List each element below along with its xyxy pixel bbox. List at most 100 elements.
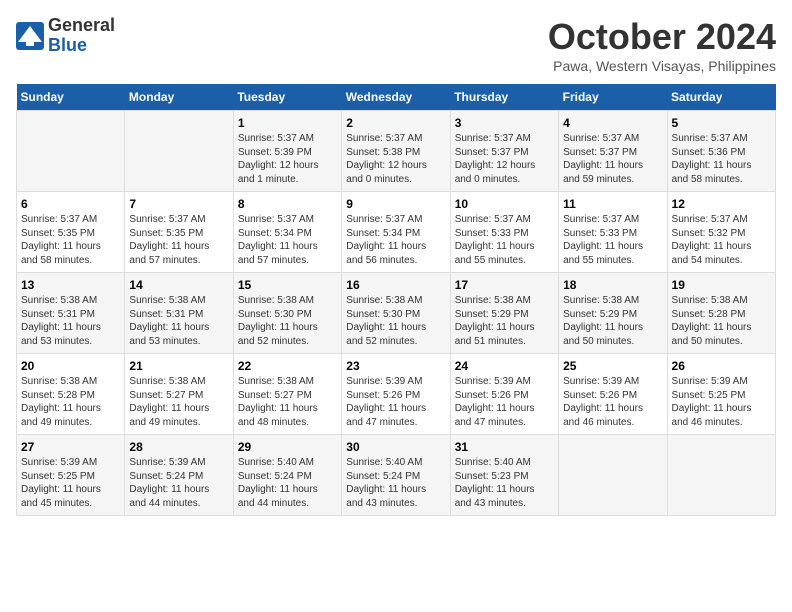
header-row: SundayMondayTuesdayWednesdayThursdayFrid… (17, 84, 776, 111)
day-info: Sunrise: 5:38 AMSunset: 5:27 PMDaylight:… (129, 375, 228, 429)
calendar-cell: 15 Sunrise: 5:38 AMSunset: 5:30 PMDayligh… (233, 273, 341, 354)
col-tuesday: Tuesday (233, 84, 341, 111)
calendar-cell (559, 435, 667, 516)
calendar-cell: 24Sunrise: 5:39 AMSunset: 5:26 PMDayligh… (450, 354, 558, 435)
day-number: 14 (129, 278, 228, 292)
day-info: Sunrise: 5:37 AMSunset: 5:33 PMDaylight:… (455, 213, 554, 267)
col-saturday: Saturday (667, 84, 775, 111)
day-info: Sunrise: 5:39 AMSunset: 5:24 PMDaylight:… (129, 456, 228, 510)
calendar-cell: 20Sunrise: 5:38 AMSunset: 5:28 PMDayligh… (17, 354, 125, 435)
calendar-cell: 9 Sunrise: 5:37 AMSunset: 5:34 PMDaylight… (342, 192, 450, 273)
day-number: 3 (455, 116, 554, 130)
calendar-cell: 18 Sunrise: 5:38 AMSunset: 5:29 PMDayligh… (559, 273, 667, 354)
page-header: General Blue October 2024 Pawa, Western … (16, 16, 776, 74)
day-info: Sunrise: 5:37 AMSunset: 5:37 PMDaylight:… (563, 132, 662, 186)
day-number: 7 (129, 197, 228, 211)
logo-blue: Blue (48, 35, 87, 55)
calendar-cell: 21 Sunrise: 5:38 AMSunset: 5:27 PMDayligh… (125, 354, 233, 435)
day-number: 4 (563, 116, 662, 130)
day-number: 20 (21, 359, 120, 373)
day-number: 17 (455, 278, 554, 292)
calendar-cell: 22 Sunrise: 5:38 AMSunset: 5:27 PMDayligh… (233, 354, 341, 435)
calendar-cell: 3Sunrise: 5:37 AMSunset: 5:37 PMDaylight… (450, 111, 558, 192)
calendar-cell: 17 Sunrise: 5:38 AMSunset: 5:29 PMDayligh… (450, 273, 558, 354)
day-number: 26 (672, 359, 771, 373)
month-title: October 2024 (548, 16, 776, 58)
calendar-cell: 4 Sunrise: 5:37 AMSunset: 5:37 PMDaylight… (559, 111, 667, 192)
day-number: 25 (563, 359, 662, 373)
calendar-cell (17, 111, 125, 192)
calendar-cell: 2 Sunrise: 5:37 AMSunset: 5:38 PMDaylight… (342, 111, 450, 192)
day-info: Sunrise: 5:37 AMSunset: 5:36 PMDaylight:… (672, 132, 771, 186)
day-number: 18 (563, 278, 662, 292)
col-thursday: Thursday (450, 84, 558, 111)
day-number: 2 (346, 116, 445, 130)
week-row-1: 1Sunrise: 5:37 AMSunset: 5:39 PMDaylight… (17, 111, 776, 192)
col-sunday: Sunday (17, 84, 125, 111)
week-row-2: 6Sunrise: 5:37 AMSunset: 5:35 PMDaylight… (17, 192, 776, 273)
day-info: Sunrise: 5:38 AMSunset: 5:29 PMDaylight:… (455, 294, 554, 348)
day-info: Sunrise: 5:39 AMSunset: 5:26 PMDaylight:… (455, 375, 554, 429)
col-friday: Friday (559, 84, 667, 111)
day-number: 1 (238, 116, 337, 130)
day-info: Sunrise: 5:40 AMSunset: 5:24 PMDaylight:… (238, 456, 337, 510)
day-info: Sunrise: 5:37 AMSunset: 5:34 PMDaylight:… (238, 213, 337, 267)
day-number: 29 (238, 440, 337, 454)
calendar-cell: 11 Sunrise: 5:37 AMSunset: 5:33 PMDayligh… (559, 192, 667, 273)
logo: General Blue (16, 16, 115, 56)
day-info: Sunrise: 5:39 AMSunset: 5:26 PMDaylight:… (346, 375, 445, 429)
day-number: 10 (455, 197, 554, 211)
day-number: 28 (129, 440, 228, 454)
calendar-cell: 26 Sunrise: 5:39 AMSunset: 5:25 PMDayligh… (667, 354, 775, 435)
calendar-cell: 5 Sunrise: 5:37 AMSunset: 5:36 PMDaylight… (667, 111, 775, 192)
day-info: Sunrise: 5:37 AMSunset: 5:32 PMDaylight:… (672, 213, 771, 267)
week-row-3: 13Sunrise: 5:38 AMSunset: 5:31 PMDayligh… (17, 273, 776, 354)
calendar-cell: 16Sunrise: 5:38 AMSunset: 5:30 PMDayligh… (342, 273, 450, 354)
day-info: Sunrise: 5:39 AMSunset: 5:25 PMDaylight:… (672, 375, 771, 429)
day-info: Sunrise: 5:37 AMSunset: 5:35 PMDaylight:… (21, 213, 120, 267)
week-row-4: 20Sunrise: 5:38 AMSunset: 5:28 PMDayligh… (17, 354, 776, 435)
day-info: Sunrise: 5:39 AMSunset: 5:25 PMDaylight:… (21, 456, 120, 510)
calendar-cell (125, 111, 233, 192)
col-wednesday: Wednesday (342, 84, 450, 111)
day-number: 21 (129, 359, 228, 373)
day-info: Sunrise: 5:37 AMSunset: 5:34 PMDaylight:… (346, 213, 445, 267)
calendar-cell: 12Sunrise: 5:37 AMSunset: 5:32 PMDayligh… (667, 192, 775, 273)
day-number: 22 (238, 359, 337, 373)
calendar-cell (667, 435, 775, 516)
day-number: 9 (346, 197, 445, 211)
calendar-cell: 14Sunrise: 5:38 AMSunset: 5:31 PMDayligh… (125, 273, 233, 354)
calendar-cell: 13Sunrise: 5:38 AMSunset: 5:31 PMDayligh… (17, 273, 125, 354)
calendar-cell: 27 Sunrise: 5:39 AMSunset: 5:25 PMDayligh… (17, 435, 125, 516)
day-number: 19 (672, 278, 771, 292)
day-number: 31 (455, 440, 554, 454)
location: Pawa, Western Visayas, Philippines (548, 58, 776, 74)
day-info: Sunrise: 5:38 AMSunset: 5:29 PMDaylight:… (563, 294, 662, 348)
week-row-5: 27 Sunrise: 5:39 AMSunset: 5:25 PMDayligh… (17, 435, 776, 516)
day-info: Sunrise: 5:38 AMSunset: 5:27 PMDaylight:… (238, 375, 337, 429)
day-info: Sunrise: 5:37 AMSunset: 5:35 PMDaylight:… (129, 213, 228, 267)
calendar-cell: 25Sunrise: 5:39 AMSunset: 5:26 PMDayligh… (559, 354, 667, 435)
logo-general: General (48, 15, 115, 35)
calendar-table: SundayMondayTuesdayWednesdayThursdayFrid… (16, 84, 776, 516)
day-info: Sunrise: 5:37 AMSunset: 5:38 PMDaylight:… (346, 132, 445, 186)
logo-icon (16, 22, 44, 50)
day-number: 13 (21, 278, 120, 292)
day-info: Sunrise: 5:40 AMSunset: 5:24 PMDaylight:… (346, 456, 445, 510)
title-block: October 2024 Pawa, Western Visayas, Phil… (548, 16, 776, 74)
day-info: Sunrise: 5:38 AMSunset: 5:30 PMDaylight:… (238, 294, 337, 348)
day-number: 5 (672, 116, 771, 130)
day-number: 15 (238, 278, 337, 292)
day-info: Sunrise: 5:37 AMSunset: 5:33 PMDaylight:… (563, 213, 662, 267)
day-number: 23 (346, 359, 445, 373)
calendar-cell: 29 Sunrise: 5:40 AMSunset: 5:24 PMDayligh… (233, 435, 341, 516)
day-info: Sunrise: 5:38 AMSunset: 5:28 PMDaylight:… (672, 294, 771, 348)
calendar-cell: 6Sunrise: 5:37 AMSunset: 5:35 PMDaylight… (17, 192, 125, 273)
day-number: 30 (346, 440, 445, 454)
day-info: Sunrise: 5:40 AMSunset: 5:23 PMDaylight:… (455, 456, 554, 510)
day-number: 27 (21, 440, 120, 454)
calendar-cell: 31 Sunrise: 5:40 AMSunset: 5:23 PMDayligh… (450, 435, 558, 516)
calendar-cell: 1Sunrise: 5:37 AMSunset: 5:39 PMDaylight… (233, 111, 341, 192)
day-number: 11 (563, 197, 662, 211)
calendar-cell: 28 Sunrise: 5:39 AMSunset: 5:24 PMDayligh… (125, 435, 233, 516)
